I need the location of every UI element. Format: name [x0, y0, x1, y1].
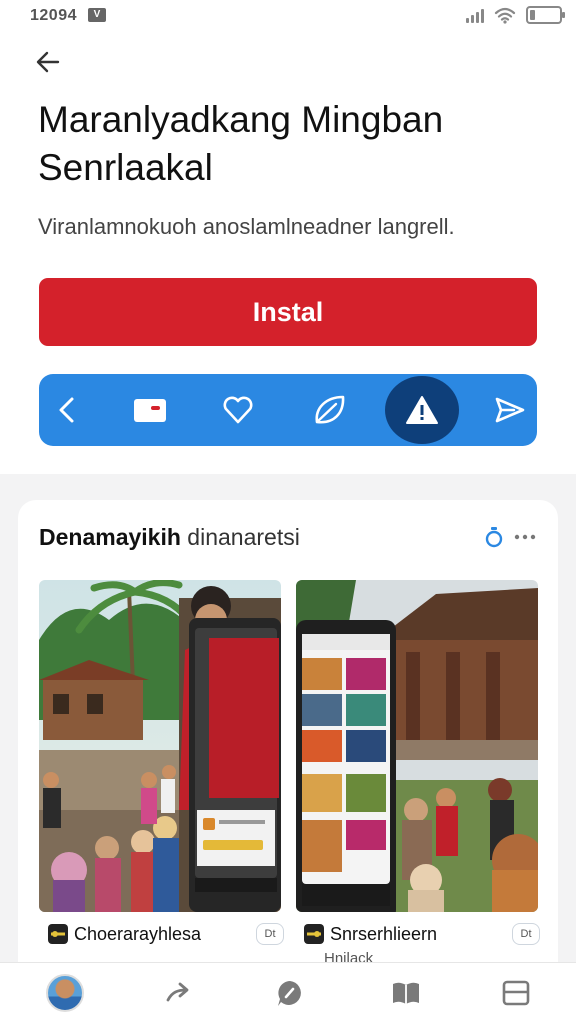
status-badge: V	[88, 8, 106, 22]
app-badge-icon	[48, 924, 68, 944]
forward-icon	[166, 982, 189, 1002]
window-icon	[502, 980, 530, 1006]
chevron-left-icon	[59, 397, 74, 423]
battery-icon	[526, 6, 565, 24]
avatar	[46, 974, 84, 1012]
status-bar: 12094 V	[0, 0, 576, 32]
nav-forward[interactable]	[158, 973, 198, 1013]
screenshot-village[interactable]	[39, 580, 281, 912]
more-icon[interactable]	[514, 533, 536, 541]
app-tag[interactable]: Dt	[512, 923, 540, 945]
wifi-icon	[494, 7, 516, 24]
share-bar	[39, 374, 537, 446]
send-icon	[495, 397, 525, 423]
timer-icon[interactable]	[484, 526, 504, 548]
heart-icon	[223, 396, 253, 424]
share-mail-button[interactable]	[122, 374, 178, 446]
screenshot-temple[interactable]	[296, 580, 538, 912]
app-row[interactable]: Choerarayhlesa Dt	[48, 914, 284, 954]
nav-window[interactable]	[496, 973, 536, 1013]
status-time: 12094	[30, 7, 77, 24]
chat-icon	[278, 981, 301, 1006]
back-button[interactable]	[30, 44, 66, 80]
screenshots-card: Denamayikih dinanaretsi Choerarayhlesa D…	[18, 500, 558, 1020]
page-subtitle: Viranlamnokuoh anoslamlneadner langrell.	[38, 214, 455, 239]
app-tag[interactable]: Dt	[256, 923, 284, 945]
bottom-nav	[0, 962, 576, 1024]
share-leaf-button[interactable]	[302, 374, 358, 446]
app-badge-icon	[304, 924, 324, 944]
mail-icon	[134, 399, 166, 422]
header-area: 12094 V Maranlyadkang Mingban Senrlaakal…	[0, 0, 576, 474]
app-name: Choerarayhlesa	[74, 923, 202, 944]
share-send-button[interactable]	[482, 374, 538, 446]
signal-icon	[466, 7, 484, 23]
share-heart-button[interactable]	[210, 374, 266, 446]
install-button[interactable]: Instal	[39, 278, 537, 346]
app-name: Snrserhlieern	[330, 923, 438, 944]
share-back-button[interactable]	[39, 374, 95, 446]
book-icon	[393, 982, 419, 1004]
village-scene-image	[39, 580, 281, 912]
temple-scene-image	[296, 580, 538, 912]
nav-chat[interactable]	[270, 973, 310, 1013]
arrow-left-icon	[36, 51, 60, 73]
nav-profile[interactable]	[45, 973, 85, 1013]
status-icons	[466, 6, 565, 24]
share-alert-button[interactable]	[385, 376, 459, 444]
card-actions	[484, 526, 536, 548]
nav-library[interactable]	[386, 973, 426, 1013]
leaf-icon	[315, 395, 345, 424]
app-row[interactable]: Snrserhlieern Dt	[304, 914, 540, 954]
card-title: Denamayikih dinanaretsi	[39, 524, 300, 550]
alert-icon	[406, 396, 438, 424]
page-title: Maranlyadkang Mingban Senrlaakal	[38, 99, 444, 188]
